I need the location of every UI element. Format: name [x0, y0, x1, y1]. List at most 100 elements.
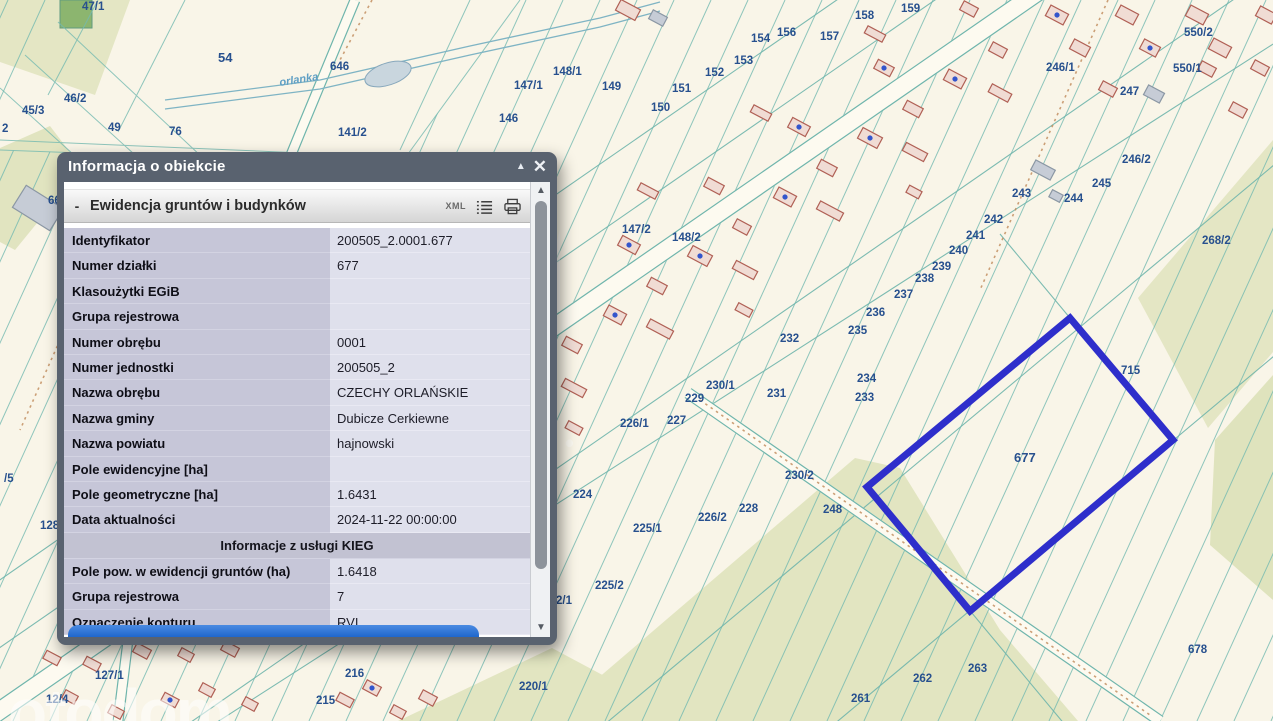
- row-value: 677: [330, 253, 530, 279]
- parcel-label: 147/2: [622, 224, 651, 236]
- row-label: Nazwa obrębu: [64, 380, 330, 406]
- parcel-label: 226/1: [620, 418, 649, 430]
- panel-close-icon[interactable]: ✕: [533, 152, 547, 182]
- table-row: Pole ewidencyjne [ha]: [64, 456, 530, 482]
- parcel-label: 227: [667, 415, 686, 427]
- parcel-label: 157: [820, 31, 839, 43]
- row-value: Dubicze Cerkiewne: [330, 405, 530, 432]
- parcel-label: 226/2: [698, 512, 727, 524]
- row-label: Pole pow. w ewidencji gruntów (ha): [64, 559, 330, 585]
- parcel-label: 231: [767, 388, 787, 400]
- parcel-label: 244: [1064, 193, 1084, 205]
- table-row: Numer działki 677: [64, 253, 530, 279]
- parcel-label: 49: [108, 122, 121, 134]
- row-label: Numer obrębu: [64, 329, 330, 355]
- parcel-label: 224: [573, 489, 593, 501]
- scroll-down-arrow[interactable]: ▼: [531, 620, 550, 636]
- row-label: Nazwa powiatu: [64, 431, 330, 457]
- table-row: Numer obrębu 0001: [64, 329, 530, 355]
- scroll-thumb[interactable]: [535, 201, 547, 569]
- section-title: Ewidencja gruntów i budynków: [90, 198, 306, 214]
- row-label: Klasoużytki EGiB: [64, 278, 330, 305]
- row-value: hajnowski: [330, 431, 530, 457]
- parcel-label: 229: [685, 393, 704, 405]
- row-value: 1.6418: [330, 559, 530, 585]
- parcel-label: 156: [777, 27, 796, 39]
- parcel-label: 677: [1014, 450, 1036, 465]
- parcel-label: 550/1: [1173, 63, 1202, 75]
- row-value: 200505_2: [330, 354, 530, 381]
- parcel-label: 225/1: [633, 523, 662, 535]
- parcel-label: 246/2: [1122, 154, 1151, 166]
- parcel-label: 45/3: [22, 105, 44, 117]
- parcel-label: 242: [984, 214, 1003, 226]
- row-value: 7: [330, 584, 530, 610]
- parcel-label: 245: [1092, 178, 1112, 190]
- parcel-label: 148/2: [672, 232, 701, 244]
- table-row: Grupa rejestrowa: [64, 304, 530, 330]
- parcel-label: 154: [751, 33, 771, 45]
- info-panel: Informacja o obiekcie ▲ ✕ - Ewidencja gr…: [57, 152, 557, 645]
- row-label: Pole geometryczne [ha]: [64, 481, 330, 508]
- panel-collapse-icon[interactable]: ▲: [516, 152, 526, 182]
- parcel-label: 76: [169, 126, 182, 138]
- parcel-label: 216: [345, 668, 364, 680]
- row-value: CZECHY ORLAŃSKIE: [330, 380, 530, 406]
- parcel-label: 152: [705, 67, 724, 79]
- row-value: 0001: [330, 329, 530, 355]
- row-value: 1.6431: [330, 481, 530, 508]
- row-label: Identyfikator: [64, 228, 330, 254]
- parcel-label: 159: [901, 3, 920, 15]
- parcel-label: 150: [651, 102, 670, 114]
- parcel-label: 46/2: [64, 93, 86, 105]
- row-label: Data aktualności: [64, 507, 330, 533]
- parcel-label: 141/2: [338, 127, 367, 139]
- parcel-label: 2: [2, 123, 8, 135]
- parcel-label: 261: [851, 693, 871, 705]
- row-value: 200505_2.0001.677: [330, 228, 530, 254]
- table-row: Grupa rejestrowa 7: [64, 584, 530, 610]
- row-value: 2024-11-22 00:00:00: [330, 507, 530, 533]
- list-icon[interactable]: [475, 198, 494, 215]
- parcel-label: 2/1: [556, 595, 573, 607]
- parcel-label: 234: [857, 373, 877, 385]
- info-panel-body: - Ewidencja gruntów i budynków XML Ident…: [64, 182, 550, 637]
- parcel-label: 233: [855, 392, 874, 404]
- row-label: Numer jednostki: [64, 354, 330, 381]
- parcel-label: 225/2: [595, 580, 624, 592]
- parcel-label: 236: [866, 307, 885, 319]
- parcel-label: 263: [968, 663, 987, 675]
- watermark-otodom: otodom: [8, 676, 231, 721]
- table-row: Identyfikator 200505_2.0001.677: [64, 228, 530, 254]
- bottom-button-edge[interactable]: [68, 625, 479, 637]
- parcel-label: 240: [949, 245, 968, 257]
- parcel-label: 646: [330, 61, 349, 73]
- parcel-label: 158: [855, 10, 875, 22]
- table-row: Numer jednostki 200505_2: [64, 354, 530, 381]
- info-panel-titlebar[interactable]: Informacja o obiekcie: [57, 152, 557, 182]
- table-row: Nazwa gminy Dubicze Cerkiewne: [64, 405, 530, 432]
- attribute-table: Identyfikator 200505_2.0001.677 Numer dzia…: [64, 228, 530, 636]
- row-label: Grupa rejestrowa: [64, 304, 330, 330]
- print-icon[interactable]: [503, 198, 522, 215]
- parcel-label: 268/2: [1202, 235, 1231, 247]
- row-label: Pole ewidencyjne [ha]: [64, 456, 330, 482]
- table-row: Pole pow. w ewidencji gruntów (ha) 1.6418: [64, 559, 530, 585]
- parcel-label: 238: [915, 273, 935, 285]
- parcel-label: 148/1: [553, 66, 582, 78]
- panel-scrollbar[interactable]: ▲ ▼: [530, 182, 550, 637]
- table-row: Nazwa powiatu hajnowski: [64, 431, 530, 457]
- parcel-label: 247: [1120, 86, 1139, 98]
- section-collapse-toggle[interactable]: -: [64, 198, 90, 214]
- row-label: Grupa rejestrowa: [64, 584, 330, 610]
- xml-button[interactable]: XML: [446, 201, 467, 211]
- scroll-up-arrow[interactable]: ▲: [531, 183, 550, 199]
- parcel-label: 248: [823, 504, 843, 516]
- table-row: Klasoużytki EGiB: [64, 278, 530, 305]
- parcel-label: 246/1: [1046, 62, 1075, 74]
- parcel-label: 241: [966, 230, 986, 242]
- parcel-label: 54: [218, 50, 233, 65]
- parcel-label: 230/1: [706, 380, 735, 392]
- section-header: - Ewidencja gruntów i budynków XML: [64, 189, 530, 223]
- parcel-label: 215: [316, 695, 336, 707]
